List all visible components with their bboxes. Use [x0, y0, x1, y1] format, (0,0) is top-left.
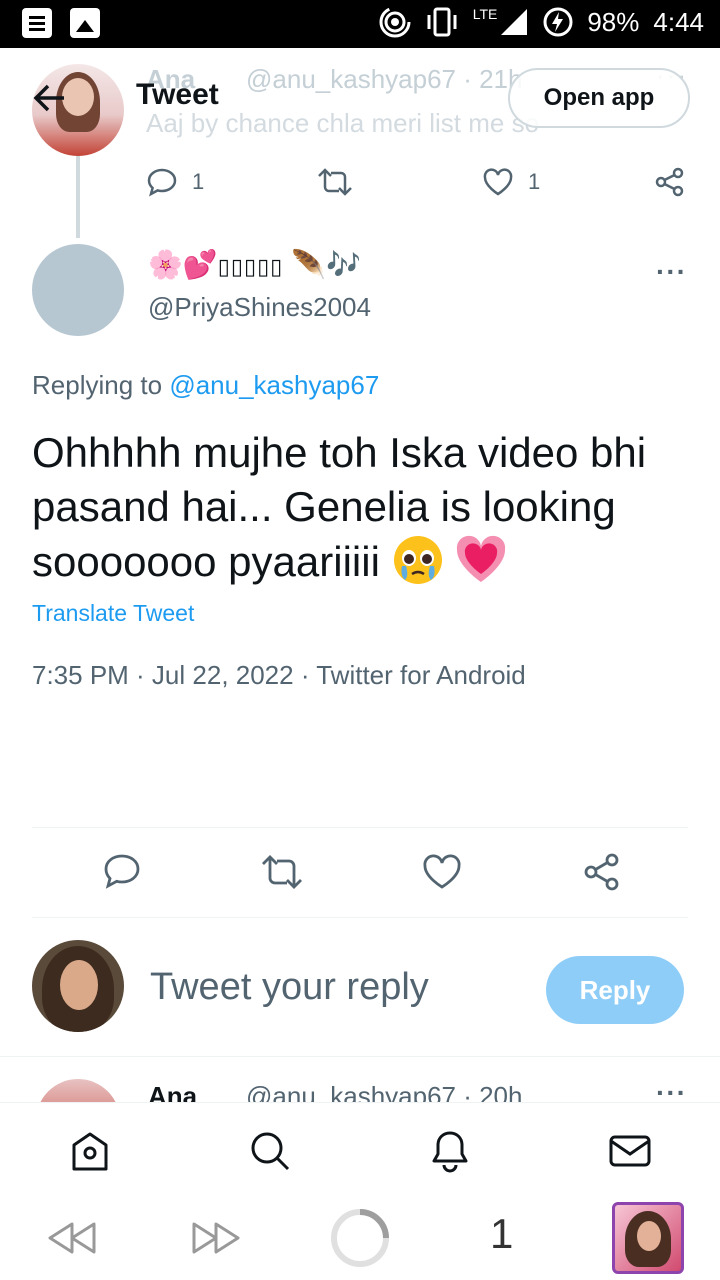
parent-like-action[interactable]: 1 [482, 166, 540, 198]
battery-percent: 98% [587, 6, 640, 37]
hotspot-icon [379, 6, 411, 38]
cherry-blossom-emoji: 🌸 [148, 249, 183, 280]
rewind-back-icon[interactable] [46, 1220, 98, 1256]
parent-reply-action[interactable]: 1 [146, 166, 204, 198]
display-name-text: ▯▯▯▯▯ [217, 254, 284, 279]
search-icon[interactable] [248, 1129, 292, 1173]
next-reply-more-icon[interactable]: ··· [656, 1077, 687, 1102]
battery-saver-icon [543, 7, 573, 37]
next-reply-preview[interactable]: Ana @anu_kashyap67 · 20h ··· [0, 1056, 720, 1102]
music-notes-emoji: 🎶 [325, 249, 361, 280]
thread-connector [76, 156, 80, 238]
reply-input[interactable] [150, 966, 530, 1009]
page-title: Tweet [136, 78, 219, 111]
signal-icon [501, 9, 528, 35]
tweet-timestamp: 7:35 PM · Jul 22, 2022 · Twitter for And… [32, 660, 526, 690]
replying-prefix: Replying to [32, 370, 170, 400]
replying-to: Replying to @anu_kashyap67 [32, 370, 379, 401]
parent-share-action[interactable] [654, 166, 686, 198]
replying-to-link[interactable]: @anu_kashyap67 [169, 370, 379, 400]
notifications-bell-icon[interactable] [428, 1129, 472, 1173]
next-reply-handle: @anu_kashyap67 · 20h [246, 1081, 523, 1102]
network-type: LTE [472, 6, 498, 22]
browser-toolbar: 1 [0, 1198, 720, 1280]
heart-icon[interactable] [422, 852, 462, 892]
share-icon[interactable] [582, 852, 622, 892]
two-hearts-emoji: 💕 [182, 249, 218, 280]
share-icon [655, 167, 684, 197]
tweet-author-avatar[interactable] [32, 244, 124, 336]
clock: 4:44 [653, 6, 704, 37]
vibrate-icon [427, 7, 457, 37]
divider [32, 827, 688, 828]
growing-heart-emoji [457, 535, 506, 582]
bottom-nav [0, 1102, 720, 1198]
parent-like-count: 1 [528, 169, 541, 194]
top-bar: Tweet Open app [0, 48, 720, 148]
parent-tweet-actions: 1 1 [146, 166, 690, 200]
parent-retweet-action[interactable] [316, 166, 354, 198]
current-user-avatar[interactable] [32, 940, 124, 1032]
tweet-author-name[interactable]: 🌸💕▯▯▯▯▯ 🪶🎶 [148, 248, 361, 281]
retweet-icon[interactable] [260, 852, 304, 892]
messages-mail-icon[interactable] [608, 1129, 652, 1173]
back-arrow-icon[interactable] [30, 78, 70, 118]
tweet-more-icon[interactable]: ··· [656, 256, 687, 288]
translate-tweet-link[interactable]: Translate Tweet [32, 600, 194, 627]
reply-button[interactable]: Reply [546, 956, 684, 1024]
pleading-face-emoji [393, 536, 442, 584]
parent-reply-count: 1 [192, 169, 205, 194]
tweet-body-text: Ohhhhh mujhe toh Iska video bhi pasand h… [32, 429, 647, 585]
open-app-button[interactable]: Open app [508, 68, 690, 128]
notification-document-icon [22, 8, 52, 38]
tab-count[interactable]: 1 [490, 1210, 513, 1258]
reload-spinner-icon[interactable] [330, 1208, 390, 1268]
tweet-author-handle[interactable]: @PriyaShines2004 [148, 292, 371, 323]
next-reply-name: Ana [148, 1081, 198, 1102]
profile-thumbnail[interactable] [612, 1202, 684, 1274]
status-bar: LTE 98% 4:44 [0, 0, 720, 48]
reply-icon[interactable] [102, 852, 142, 892]
heart-icon [483, 168, 513, 196]
next-reply-avatar [36, 1079, 120, 1102]
retweet-icon [318, 168, 352, 196]
reply-icon [147, 168, 177, 197]
notification-image-icon [70, 8, 100, 38]
home-icon[interactable] [68, 1129, 112, 1173]
tweet-text: Ohhhhh mujhe toh Iska video bhi pasand h… [32, 426, 692, 589]
fast-forward-icon[interactable] [190, 1220, 242, 1256]
tweet-actions [32, 852, 688, 896]
divider [32, 917, 688, 918]
feather-emoji: 🪶 [291, 249, 326, 280]
